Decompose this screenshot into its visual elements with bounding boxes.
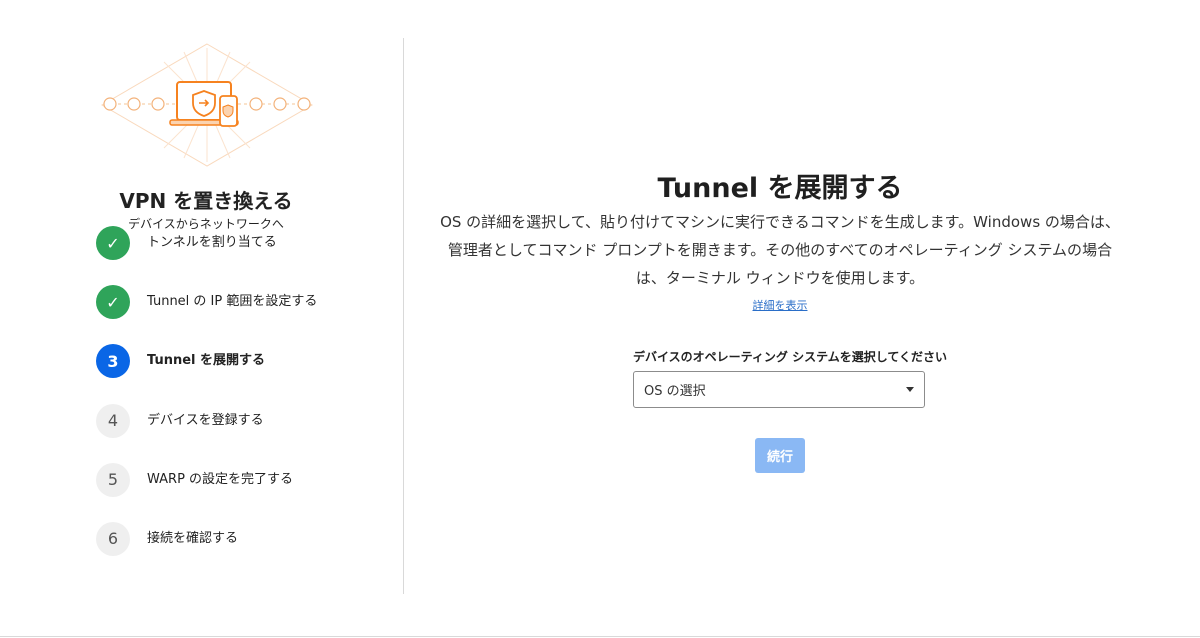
page: VPN を置き換える デバイスからネットワークへ ✓ トンネルを割り当てる ✓ …	[0, 0, 1200, 638]
step-4-number: 4	[96, 403, 130, 438]
step-1[interactable]: ✓ トンネルを割り当てる	[96, 226, 317, 285]
step-5: 5 WARP の設定を完了する	[96, 462, 317, 522]
step-6: 6 接続を確認する	[96, 521, 317, 581]
page-description: OS の詳細を選択して、貼り付けてマシンに実行できるコマンドを生成します。Win…	[440, 213, 1120, 287]
os-select-dropdown[interactable]: OS の選択	[633, 371, 925, 408]
bottom-divider	[0, 636, 1200, 637]
step-3[interactable]: 3 Tunnel を展開する	[96, 344, 317, 403]
step-5-label: WARP の設定を完了する	[147, 471, 294, 487]
os-select-label: デバイスのオペレーティング システムを選択してください	[633, 350, 948, 364]
os-select-value: OS の選択	[644, 384, 706, 399]
hero-illustration-icon	[101, 43, 313, 167]
step-1-label: トンネルを割り当てる	[147, 235, 277, 250]
page-title: Tunnel を展開する	[657, 173, 903, 204]
step-5-number: 5	[96, 462, 130, 497]
dropdown-caret-icon	[906, 387, 914, 392]
step-2[interactable]: ✓ Tunnel の IP 範囲を設定する	[96, 285, 317, 344]
step-6-number: 6	[96, 521, 130, 556]
step-4: 4 デバイスを登録する	[96, 403, 317, 463]
step-3-label: Tunnel を展開する	[147, 353, 266, 369]
step-list: ✓ トンネルを割り当てる ✓ Tunnel の IP 範囲を設定する 3 Tun…	[96, 226, 317, 581]
step-3-number: 3	[96, 344, 130, 379]
continue-button[interactable]: 続行	[755, 438, 805, 473]
step-6-label: 接続を確認する	[147, 530, 239, 546]
step-1-check-icon: ✓	[96, 226, 130, 260]
step-4-label: デバイスを登録する	[147, 412, 264, 428]
details-link[interactable]: 詳細を表示	[700, 297, 860, 313]
step-2-label: Tunnel の IP 範囲を設定する	[147, 294, 318, 310]
step-2-check-icon: ✓	[96, 285, 130, 320]
